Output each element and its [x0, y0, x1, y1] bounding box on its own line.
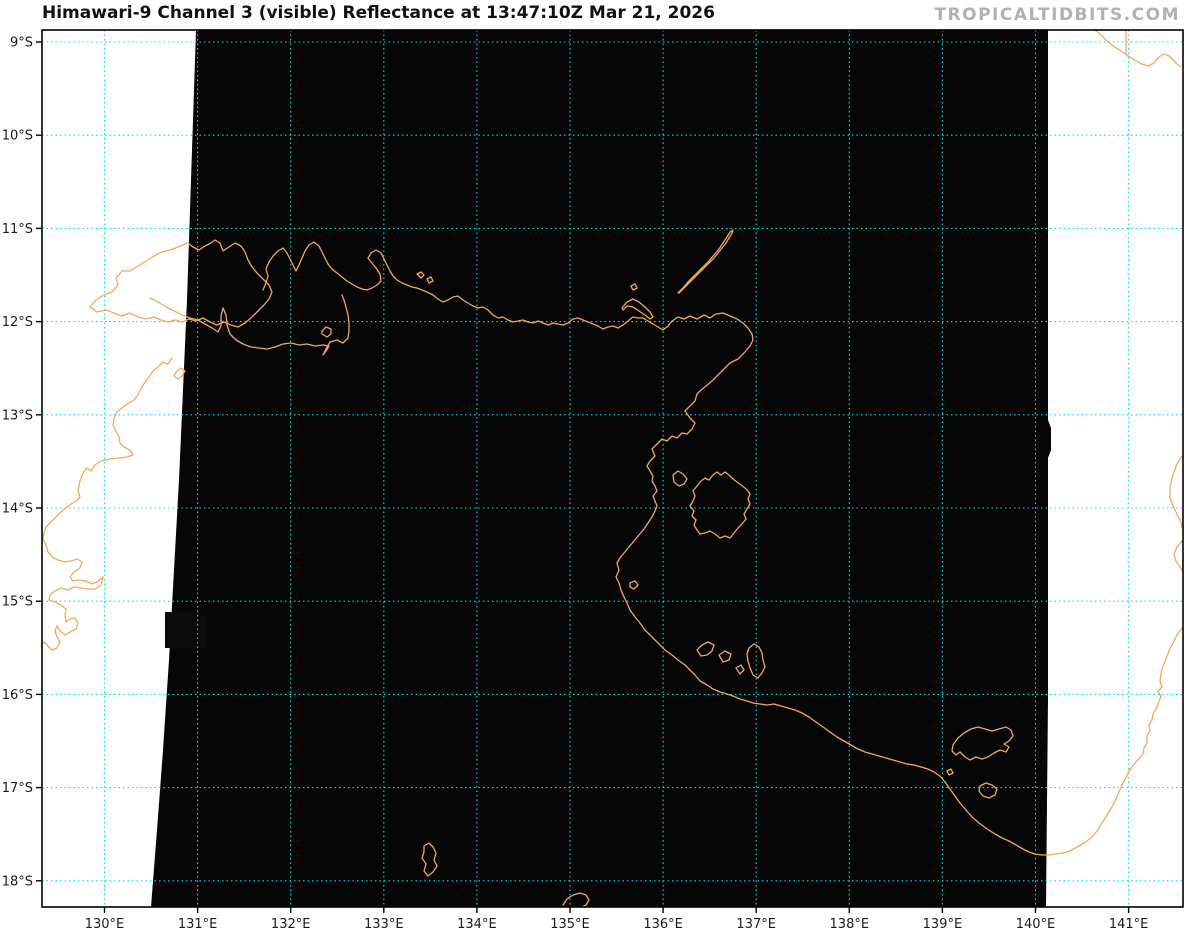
x-tick-label: 137°E — [736, 917, 776, 929]
coastline-png-south-coast — [1094, 29, 1182, 68]
satellite-scan-region — [151, 30, 1051, 907]
y-tick-label: 17°S — [2, 781, 33, 796]
coastline-darwin-harbour-islet — [173, 367, 186, 380]
y-tick-label: 9°S — [10, 36, 33, 51]
y-tick-label: 11°S — [2, 222, 33, 237]
y-tick-label: 14°S — [2, 502, 33, 517]
x-tick-label: 141°E — [1109, 917, 1149, 929]
x-tick-label: 139°E — [923, 917, 963, 929]
y-tick-label: 18°S — [2, 874, 33, 889]
coastline-cape-york-coast-upper — [1169, 455, 1183, 529]
y-tick-label: 16°S — [2, 688, 33, 703]
x-tick-label: 134°E — [457, 917, 497, 929]
x-tick-label: 132°E — [271, 917, 311, 929]
x-tick-label: 130°E — [85, 917, 125, 929]
coastline-wa-nt-west-coast — [40, 357, 173, 651]
x-tick-label: 136°E — [643, 917, 683, 929]
satellite-image-page: Himawari-9 Channel 3 (visible) Reflectan… — [0, 0, 1200, 929]
satellite-map: 130°E 131°E 132°E 133°E 134°E 135°E 136°E 137°E… — [2, 29, 1184, 929]
faint-cloud-patch — [165, 612, 207, 648]
y-tick-label: 13°S — [2, 408, 33, 423]
x-tick-label: 133°E — [364, 917, 404, 929]
x-tick-label: 138°E — [830, 917, 870, 929]
x-tick-label: 131°E — [178, 917, 218, 929]
x-tick-label: 135°E — [550, 917, 590, 929]
y-tick-label: 12°S — [2, 315, 33, 330]
coastline-cape-york-coast-mid — [1173, 540, 1183, 572]
y-tick-label: 15°S — [2, 595, 33, 610]
y-tick-label: 10°S — [2, 129, 33, 144]
x-tick-label: 140°E — [1016, 917, 1056, 929]
